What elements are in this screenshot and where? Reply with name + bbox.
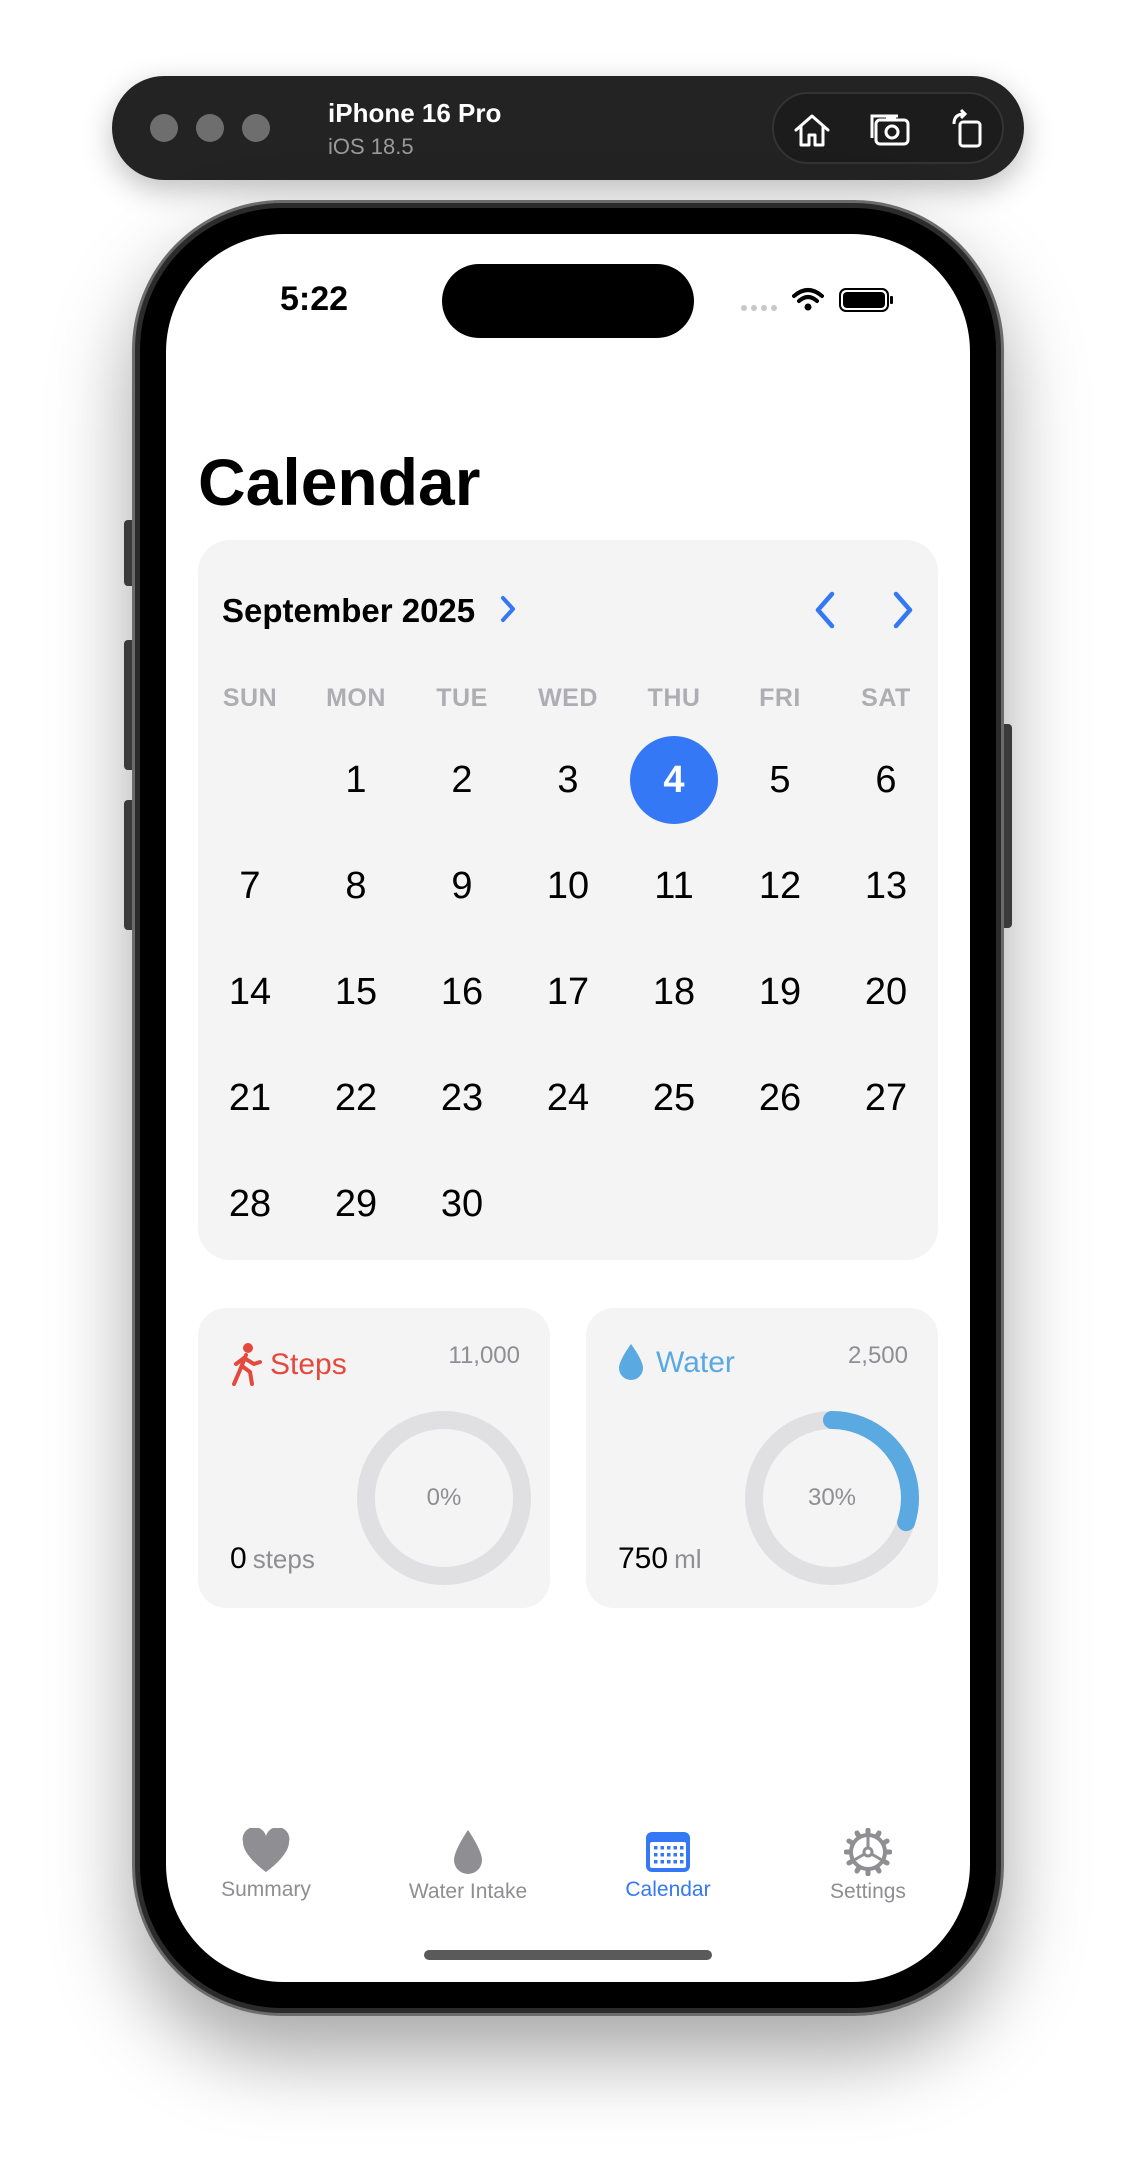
calendar-day[interactable]: 15	[312, 948, 400, 1036]
calendar-day-selected[interactable]: 4	[630, 736, 718, 824]
calendar-day[interactable]: 22	[312, 1054, 400, 1142]
steps-value: 0 steps	[230, 1542, 315, 1576]
month-label[interactable]: September 2025	[222, 592, 475, 630]
calendar-day[interactable]: 17	[524, 948, 612, 1036]
weekday-tue: TUE	[436, 684, 488, 712]
calendar-day[interactable]: 6	[842, 736, 930, 824]
home-indicator[interactable]	[424, 1950, 712, 1960]
steps-goal: 11,000	[448, 1342, 520, 1369]
steps-label: Steps	[270, 1348, 347, 1381]
tab-settings[interactable]: Settings	[768, 1828, 968, 1904]
water-progress-label: 30%	[807, 1484, 857, 1511]
window-minimize-dot[interactable]	[196, 114, 224, 142]
calendar-day[interactable]: 24	[524, 1054, 612, 1142]
weekday-sun: SUN	[222, 684, 278, 712]
water-label: Water	[656, 1346, 735, 1379]
calendar-day[interactable]: 7	[206, 842, 294, 930]
drop-icon	[454, 1830, 482, 1874]
calendar-day[interactable]: 1	[312, 736, 400, 824]
next-month-button[interactable]	[888, 590, 918, 630]
steps-progress-label: 0%	[426, 1484, 462, 1511]
water-card[interactable]: Water 2,500 30% 750 ml	[586, 1308, 938, 1608]
water-drop-icon	[619, 1344, 643, 1380]
previous-month-button[interactable]	[810, 590, 840, 630]
walking-icon	[232, 1343, 262, 1386]
calendar-day[interactable]: 30	[418, 1160, 506, 1248]
calendar-day[interactable]: 28	[206, 1160, 294, 1248]
tab-calendar-label: Calendar	[625, 1878, 711, 1901]
calendar-day[interactable]: 8	[312, 842, 400, 930]
simulator-toolbar: iPhone 16 Pro iOS 18.5	[112, 76, 1024, 180]
calendar-icon	[646, 1832, 690, 1872]
os-version: iOS 18.5	[328, 134, 414, 159]
weekday-thu: THU	[647, 684, 701, 712]
calendar-day[interactable]: 29	[312, 1160, 400, 1248]
calendar-day[interactable]: 21	[206, 1054, 294, 1142]
battery-icon	[839, 288, 893, 312]
calendar-day[interactable]: 20	[842, 948, 930, 1036]
water-amount: 750	[618, 1542, 669, 1575]
window-close-dot[interactable]	[150, 114, 178, 142]
page-title: Calendar	[198, 445, 481, 519]
cellular-icon	[741, 305, 777, 311]
calendar-day[interactable]: 25	[630, 1054, 718, 1142]
calendar-day[interactable]: 9	[418, 842, 506, 930]
steps-card[interactable]: Steps 11,000 0% 0 steps	[198, 1308, 550, 1608]
dynamic-island	[442, 264, 694, 338]
tab-water-intake[interactable]: Water Intake	[368, 1828, 568, 1904]
calendar-day[interactable]: 2	[418, 736, 506, 824]
tab-calendar[interactable]: Calendar	[568, 1828, 768, 1902]
calendar-day[interactable]: 18	[630, 948, 718, 1036]
chevron-right-icon[interactable]	[498, 594, 518, 624]
water-value: 750 ml	[618, 1542, 702, 1576]
calendar-day[interactable]: 5	[736, 736, 824, 824]
calendar-day[interactable]: 3	[524, 736, 612, 824]
device-name: iPhone 16 Pro	[328, 98, 502, 128]
tab-settings-label: Settings	[830, 1880, 906, 1903]
tab-water-intake-label: Water Intake	[408, 1880, 528, 1903]
steps-count: 0	[230, 1542, 247, 1575]
calendar-day[interactable]: 27	[842, 1054, 930, 1142]
home-icon[interactable]	[790, 108, 834, 152]
heart-icon	[242, 1828, 290, 1872]
weekday-wed: WED	[538, 684, 598, 712]
tab-summary[interactable]: Summary	[166, 1828, 366, 1902]
rotate-icon[interactable]	[946, 108, 990, 152]
calendar-day[interactable]: 19	[736, 948, 824, 1036]
weekday-fri: FRI	[759, 684, 801, 712]
calendar-day[interactable]: 23	[418, 1054, 506, 1142]
phone-screen: 5:22 Calendar September 2025 SUN MON TUE WE…	[166, 234, 970, 1982]
water-unit: ml	[674, 1544, 702, 1574]
weekday-sat: SAT	[861, 684, 911, 712]
status-indicators	[741, 288, 893, 312]
calendar-day[interactable]: 26	[736, 1054, 824, 1142]
status-time: 5:22	[280, 280, 349, 318]
wifi-icon	[792, 288, 824, 311]
calendar-day[interactable]: 10	[524, 842, 612, 930]
weekday-mon: MON	[326, 684, 386, 712]
calendar-day[interactable]: 13	[842, 842, 930, 930]
gear-icon	[844, 1828, 892, 1876]
calendar-day[interactable]: 12	[736, 842, 824, 930]
steps-unit: steps	[252, 1544, 315, 1574]
screenshot-icon[interactable]	[868, 108, 912, 152]
toolbar-actions	[772, 92, 1004, 164]
tab-summary-label: Summary	[221, 1878, 311, 1901]
water-goal: 2,500	[847, 1342, 908, 1369]
calendar-day[interactable]: 14	[206, 948, 294, 1036]
calendar-card: September 2025 SUN MON TUE WED THU FRI SAT 123…	[198, 540, 938, 1260]
calendar-day[interactable]: 16	[418, 948, 506, 1036]
calendar-day[interactable]: 11	[630, 842, 718, 930]
window-zoom-dot[interactable]	[242, 114, 270, 142]
